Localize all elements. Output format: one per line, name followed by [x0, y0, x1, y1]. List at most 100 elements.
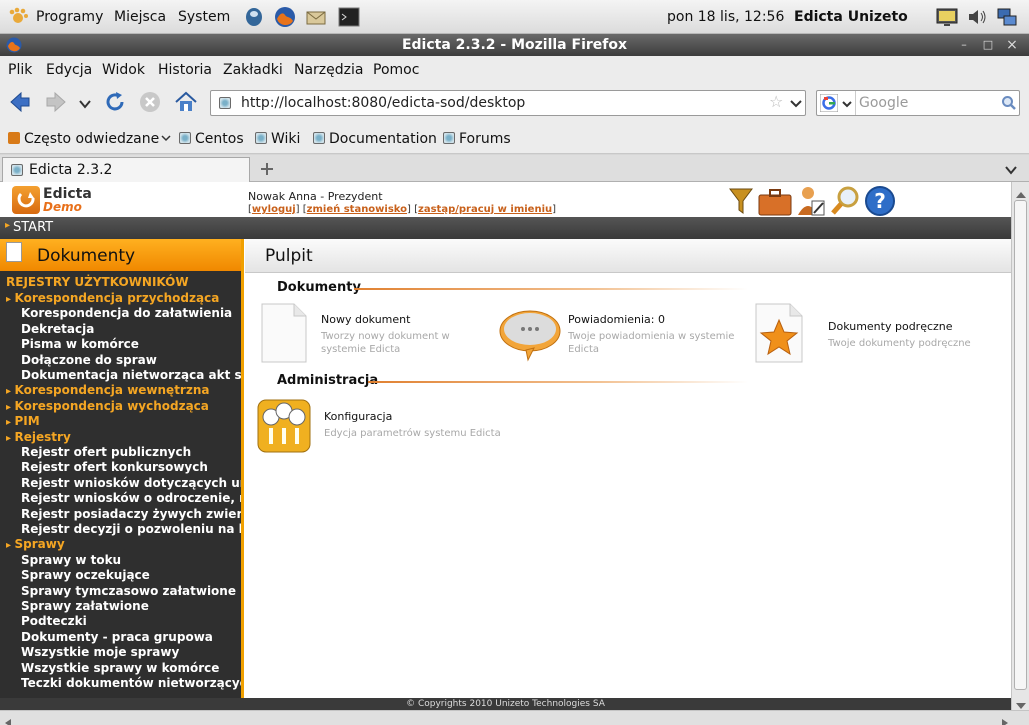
menu-system[interactable]: System: [178, 9, 230, 25]
user-info: Nowak Anna - Prezydent: [248, 190, 383, 203]
network-icon[interactable]: [996, 6, 1018, 28]
sidebar-item[interactable]: Rejestr decyzji o pozwoleniu na budowę: [21, 522, 241, 536]
sidebar-item[interactable]: Rejestr ofert publicznych: [21, 445, 191, 459]
sidebar-item[interactable]: Teczki dokumentów nietworzących spraw: [21, 676, 241, 690]
sidebar-item[interactable]: Sprawy tymczasowo załatwione: [21, 584, 236, 598]
briefcase-icon[interactable]: [758, 188, 792, 216]
sidebar-item[interactable]: Dekretacja: [21, 322, 94, 336]
configuration-tile[interactable]: Konfiguracja Edycja parametrów systemu E…: [256, 398, 501, 456]
reload-icon[interactable]: [103, 90, 127, 114]
sidebar-item[interactable]: Dołączone do spraw: [21, 353, 157, 367]
sidebar-group[interactable]: Korespondencja wewnętrzna: [6, 383, 210, 397]
database-launcher-icon[interactable]: [243, 6, 265, 28]
sidebar-item[interactable]: Korespondencja do załatwienia: [21, 306, 232, 320]
forward-icon[interactable]: [44, 90, 68, 114]
sidebar-item[interactable]: Sprawy załatwione: [21, 599, 149, 613]
volume-icon[interactable]: [966, 6, 988, 28]
help-icon[interactable]: ?: [864, 185, 896, 217]
mail-launcher-icon[interactable]: [305, 6, 327, 28]
filter-icon[interactable]: [728, 186, 754, 216]
home-icon[interactable]: [174, 90, 198, 114]
firefox-launcher-icon[interactable]: [274, 6, 296, 28]
sidebar-item[interactable]: Rejestr posiadaczy żywych zwierząt: [21, 507, 241, 521]
menu-tools[interactable]: Narzędzia: [294, 62, 363, 78]
sidebar-item[interactable]: Rejestr wniosków o odroczenie, rozłożeni…: [21, 491, 241, 505]
site-identity-icon[interactable]: [219, 97, 231, 109]
gnome-foot-icon[interactable]: [8, 7, 28, 27]
menu-view[interactable]: Widok: [102, 62, 145, 78]
tile-title: Nowy dokument: [321, 313, 411, 326]
vertical-scrollbar[interactable]: [1011, 182, 1029, 710]
sidebar-item[interactable]: Dokumentacja nietworząca akt sprawy: [21, 368, 241, 382]
page-icon: [255, 132, 267, 144]
tile-description: Edycja parametrów systemu Edicta: [324, 428, 501, 439]
search-icon[interactable]: [1001, 95, 1017, 115]
notifications-tile[interactable]: Powiadomienia: 0 Twoje powiadomienia w s…: [498, 308, 738, 364]
maximize-button[interactable]: □: [980, 37, 996, 53]
sidebar-item[interactable]: Rejestr wniosków dotyczących umorzenia: [21, 476, 241, 490]
display-icon[interactable]: [936, 6, 958, 28]
scroll-left-icon[interactable]: [3, 713, 13, 725]
search-bar[interactable]: Google: [816, 90, 1020, 116]
user-name[interactable]: Edicta Unizeto: [794, 9, 908, 25]
back-icon[interactable]: [8, 90, 32, 114]
close-button[interactable]: ×: [1004, 37, 1020, 53]
menu-file[interactable]: Plik: [8, 62, 32, 78]
menu-places[interactable]: Miejsca: [114, 9, 166, 25]
menu-history[interactable]: Historia: [158, 62, 212, 78]
section-divider: [354, 288, 748, 290]
new-tab-icon[interactable]: [259, 161, 275, 177]
menu-help[interactable]: Pomoc: [373, 62, 419, 78]
sidebar-item[interactable]: Sprawy w toku: [21, 553, 121, 567]
scroll-right-icon[interactable]: [1000, 713, 1010, 725]
url-dropdown-icon[interactable]: [789, 92, 803, 118]
sidebar-item[interactable]: Pisma w komórce: [21, 337, 139, 351]
sidebar-item[interactable]: Sprawy oczekujące: [21, 568, 150, 582]
horizontal-scrollbar[interactable]: [0, 710, 1029, 725]
sidebar-group[interactable]: PIM: [6, 414, 40, 428]
bookmark-documentation[interactable]: Documentation: [313, 131, 437, 147]
change-position-link[interactable]: zmień stanowisko: [307, 204, 407, 215]
history-dropdown-icon[interactable]: [78, 96, 92, 110]
engine-dropdown-icon[interactable]: [841, 93, 853, 119]
new-document-tile[interactable]: Nowy dokument Tworzy nowy dokument w sys…: [258, 302, 488, 366]
scroll-thumb[interactable]: [1014, 200, 1027, 690]
sidebar-item[interactable]: Wszystkie sprawy w komórce: [21, 661, 219, 675]
start-link[interactable]: START: [13, 220, 53, 235]
bookmark-most-visited[interactable]: Często odwiedzane: [8, 131, 171, 147]
search-input[interactable]: Google: [859, 95, 908, 111]
act-on-behalf-link[interactable]: zastąp/pracuj w imieniu: [418, 204, 552, 215]
minimize-button[interactable]: –: [956, 37, 972, 53]
user-edit-icon[interactable]: [796, 185, 826, 217]
search-magnifier-icon[interactable]: [830, 185, 860, 217]
page-icon: [313, 132, 325, 144]
sidebar-item[interactable]: Podteczki: [21, 614, 87, 628]
google-engine-icon[interactable]: [819, 93, 839, 113]
menu-bookmarks[interactable]: Zakładki: [223, 62, 283, 78]
sidebar-group[interactable]: Korespondencja przychodząca: [6, 291, 220, 305]
logout-link[interactable]: wyloguj: [252, 204, 296, 215]
sidebar-item[interactable]: Wszystkie moje sprawy: [21, 645, 179, 659]
menu-applications[interactable]: Programy: [36, 9, 103, 25]
firefox-window-icon[interactable]: [6, 37, 22, 53]
bookmark-star-icon[interactable]: ☆: [769, 92, 783, 111]
clock[interactable]: pon 18 lis, 12:56: [667, 9, 784, 25]
menu-edit[interactable]: Edycja: [46, 62, 92, 78]
sidebar-group[interactable]: Korespondencja wychodząca: [6, 399, 209, 413]
sidebar-item[interactable]: Dokumenty - praca grupowa: [21, 630, 213, 644]
handy-documents-tile[interactable]: Dokumenty podręczne Twoje dokumenty podr…: [752, 302, 1002, 366]
sidebar-item[interactable]: Rejestr ofert konkursowych: [21, 460, 208, 474]
tab-favicon-icon: [11, 164, 23, 176]
tab-list-icon[interactable]: [1004, 162, 1018, 176]
terminal-launcher-icon[interactable]: [338, 6, 360, 28]
bookmark-forums[interactable]: Forums: [443, 131, 511, 147]
tab-edicta[interactable]: Edicta 2.3.2: [2, 157, 250, 182]
url-bar[interactable]: http://localhost:8080/edicta-sod/desktop…: [210, 90, 806, 116]
stop-icon[interactable]: [138, 90, 162, 114]
url-text[interactable]: http://localhost:8080/edicta-sod/desktop: [241, 95, 525, 111]
bookmark-centos[interactable]: Centos: [179, 131, 244, 147]
bookmark-wiki[interactable]: Wiki: [255, 131, 300, 147]
config-icon: [256, 398, 312, 454]
sidebar-group[interactable]: Rejestry: [6, 430, 71, 444]
sidebar-group[interactable]: Sprawy: [6, 537, 65, 551]
